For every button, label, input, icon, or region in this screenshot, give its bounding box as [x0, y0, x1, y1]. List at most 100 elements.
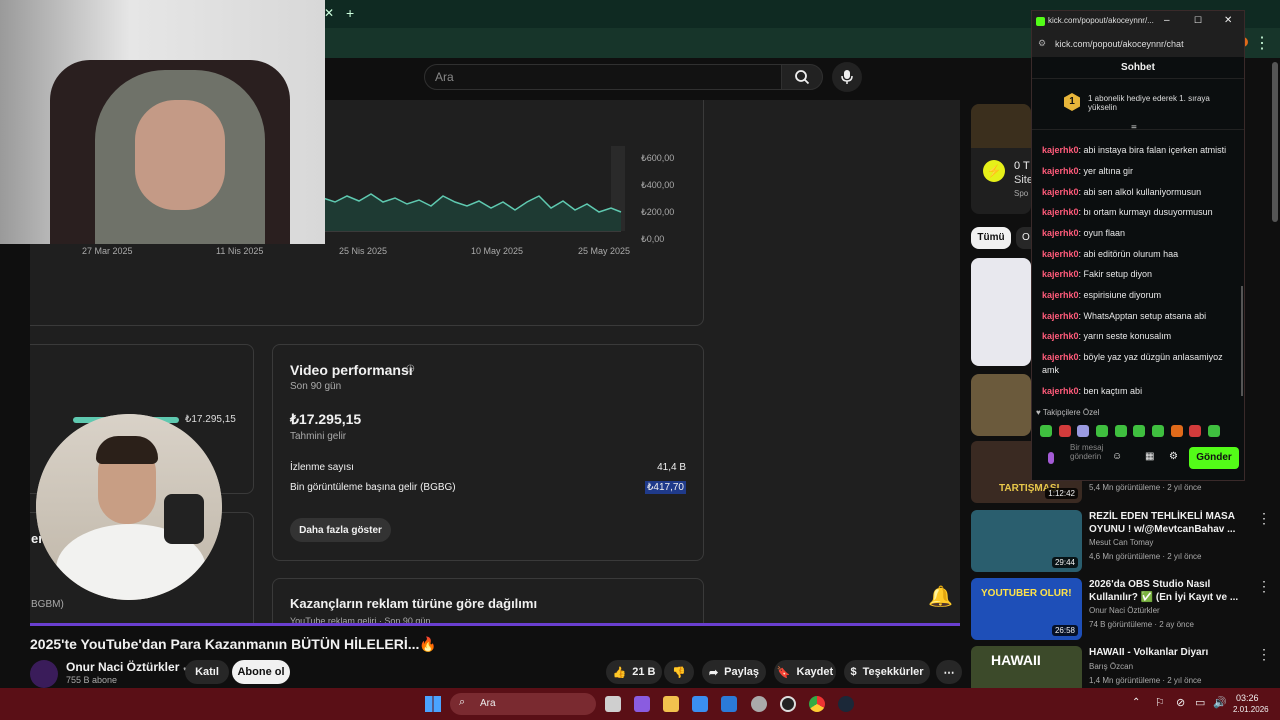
emote-icon[interactable]	[1152, 425, 1164, 437]
recommended-video[interactable]: YOUTUBER OLUR! 26:58 2026'da OBS Studio …	[971, 578, 1271, 642]
save-button[interactable]: 🔖 Kaydet	[774, 660, 836, 684]
url-text: kick.com/popout/akoceynnr/chat	[1055, 39, 1184, 49]
clock-date[interactable]: 2.01.2026	[1233, 705, 1269, 714]
emote-icon[interactable]	[1096, 425, 1108, 437]
more-icon[interactable]: ⋮	[1257, 578, 1271, 595]
chrome-icon[interactable]	[809, 696, 825, 712]
subscribe-button[interactable]: Abone ol	[232, 660, 290, 684]
chat-message: kajerhk0: yarın seste konusalım	[1042, 330, 1237, 343]
rec-thumbnail[interactable]	[971, 374, 1031, 436]
emote-icon[interactable]	[1059, 425, 1071, 437]
sidebar-ad[interactable]: ⚡ 0 T Site Spo	[971, 104, 1033, 214]
chat-input[interactable]: Bir mesaj gönderin	[1070, 443, 1118, 461]
windows-start-icon[interactable]	[425, 696, 441, 712]
channel-name[interactable]: Onur Naci Öztürkler ✔	[66, 660, 190, 674]
rec-thumbnail: YOUTUBER OLUR! 26:58	[971, 578, 1082, 640]
emote-icon[interactable]	[1115, 425, 1127, 437]
y-tick: ₺600,00	[641, 153, 675, 163]
chat-username[interactable]: kajerhk0	[1042, 386, 1079, 396]
channel-name-text: Onur Naci Öztürkler	[66, 660, 180, 674]
file-explorer-icon[interactable]	[663, 696, 679, 712]
tray-icon[interactable]: ⊘	[1176, 696, 1185, 709]
chat-username[interactable]: kajerhk0	[1042, 187, 1079, 197]
browser-menu-icon[interactable]: ⋮	[1254, 33, 1270, 53]
chat-username[interactable]: kajerhk0	[1042, 331, 1079, 341]
recommended-video[interactable]: HAWAII HAWAII - Volkanlar Diyarı Barış Ö…	[971, 646, 1271, 688]
partial-label-bgbm: BGBM)	[31, 599, 64, 610]
chat-scrollbar[interactable]	[1241, 286, 1243, 396]
search-button[interactable]	[781, 64, 823, 90]
obs-icon[interactable]	[780, 696, 796, 712]
taskbar-search[interactable]: ⌕ Ara	[450, 693, 596, 715]
emote-icon[interactable]	[1077, 425, 1089, 437]
settings-icon[interactable]: ⚙	[1169, 451, 1178, 462]
card-title: Video performansı	[290, 362, 413, 378]
notification-bell-icon: 🔔	[928, 586, 953, 608]
show-more-button[interactable]: Daha fazla göster	[290, 518, 391, 542]
thanks-button[interactable]: $ Teşekkürler	[844, 660, 930, 684]
store-icon[interactable]	[692, 696, 708, 712]
search-input[interactable]: Ara	[424, 64, 782, 90]
microphone-icon[interactable]	[1048, 452, 1054, 464]
more-actions-button[interactable]: ⋯	[936, 660, 962, 684]
chat-text: : Fakir setup diyon	[1078, 269, 1153, 279]
emote-icon[interactable]	[1133, 425, 1145, 437]
site-settings-icon[interactable]: ⚙	[1038, 38, 1046, 49]
channel-avatar[interactable]	[30, 660, 58, 688]
emoji-icon[interactable]: ☺	[1112, 451, 1122, 462]
chat-input-area: Bir mesaj gönderin ☺ ▦ ⚙ Gönder	[1036, 443, 1240, 473]
ad-type-breakdown-card: Kazançların reklam türüne göre dağılımı …	[272, 578, 704, 626]
clock-time[interactable]: 03:26	[1236, 693, 1259, 703]
rec-title: HAWAII - Volkanlar Diyarı	[1089, 647, 1209, 658]
rec-thumbnail[interactable]	[971, 258, 1031, 366]
steam-icon[interactable]	[838, 696, 854, 712]
chat-username[interactable]: kajerhk0	[1042, 352, 1079, 362]
popup-url-bar[interactable]: ⚙ kick.com/popout/akoceynnr/chat	[1032, 33, 1244, 57]
gift-icon[interactable]: ▦	[1145, 451, 1154, 462]
new-tab-icon[interactable]: +	[346, 5, 354, 21]
close-tab-icon[interactable]: ✕	[324, 6, 334, 20]
like-button[interactable]: 👍 21 B	[606, 660, 662, 684]
dislike-button[interactable]: 👎	[664, 660, 694, 684]
lightning-icon: ⚡	[983, 160, 1005, 182]
chat-username[interactable]: kajerhk0	[1042, 290, 1079, 300]
video-progress-bar[interactable]	[30, 623, 960, 626]
recommended-video[interactable]: 29:44 REZİL EDEN TEHLİKELİ MASA OYUNU ! …	[971, 510, 1271, 574]
more-icon[interactable]: ⋮	[1257, 646, 1271, 663]
revenue-value: ₺17.295,15	[290, 411, 362, 427]
tray-chevron-icon[interactable]: ⌃	[1132, 697, 1140, 708]
x-tick: 25 Nis 2025	[339, 246, 388, 256]
chat-text: : yarın seste konusalım	[1078, 331, 1172, 341]
emote-icon[interactable]	[1171, 425, 1183, 437]
widgets-icon[interactable]	[634, 696, 650, 712]
chat-message: kajerhk0: bı ortam kurmayı dusuyormusun	[1042, 206, 1237, 219]
emote-icon[interactable]	[1189, 425, 1201, 437]
volume-icon[interactable]: 🔊	[1213, 696, 1227, 709]
emote-icon[interactable]	[1208, 425, 1220, 437]
chat-username[interactable]: kajerhk0	[1042, 145, 1079, 155]
chat-username[interactable]: kajerhk0	[1042, 228, 1079, 238]
chat-username[interactable]: kajerhk0	[1042, 249, 1079, 259]
rec-meta: 1,4 Mn görüntüleme · 2 yıl önce	[1089, 676, 1202, 685]
join-button[interactable]: Katıl	[185, 660, 229, 684]
close-icon[interactable]: ✕	[1224, 15, 1232, 26]
page-scrollbar[interactable]	[1272, 62, 1278, 222]
mail-icon[interactable]	[721, 696, 737, 712]
share-button[interactable]: ➦ Paylaş	[702, 660, 766, 684]
emote-icon[interactable]	[1040, 425, 1052, 437]
chat-username[interactable]: kajerhk0	[1042, 269, 1079, 279]
network-icon[interactable]: ▭	[1195, 696, 1205, 709]
more-icon[interactable]: ⋮	[1257, 510, 1271, 527]
send-button[interactable]: Gönder	[1189, 447, 1239, 469]
chat-username[interactable]: kajerhk0	[1042, 207, 1079, 217]
voice-search-button[interactable]	[832, 62, 862, 92]
settings-icon[interactable]	[751, 696, 767, 712]
minimize-icon[interactable]: –	[1164, 15, 1170, 26]
tray-icon[interactable]: ⚐	[1155, 696, 1165, 709]
chat-username[interactable]: kajerhk0	[1042, 166, 1079, 176]
chip-all[interactable]: Tümü	[971, 227, 1011, 249]
maximize-icon[interactable]: ☐	[1194, 15, 1202, 26]
task-view-icon[interactable]	[605, 696, 621, 712]
chip-other[interactable]: O	[1016, 227, 1032, 249]
chat-username[interactable]: kajerhk0	[1042, 311, 1079, 321]
